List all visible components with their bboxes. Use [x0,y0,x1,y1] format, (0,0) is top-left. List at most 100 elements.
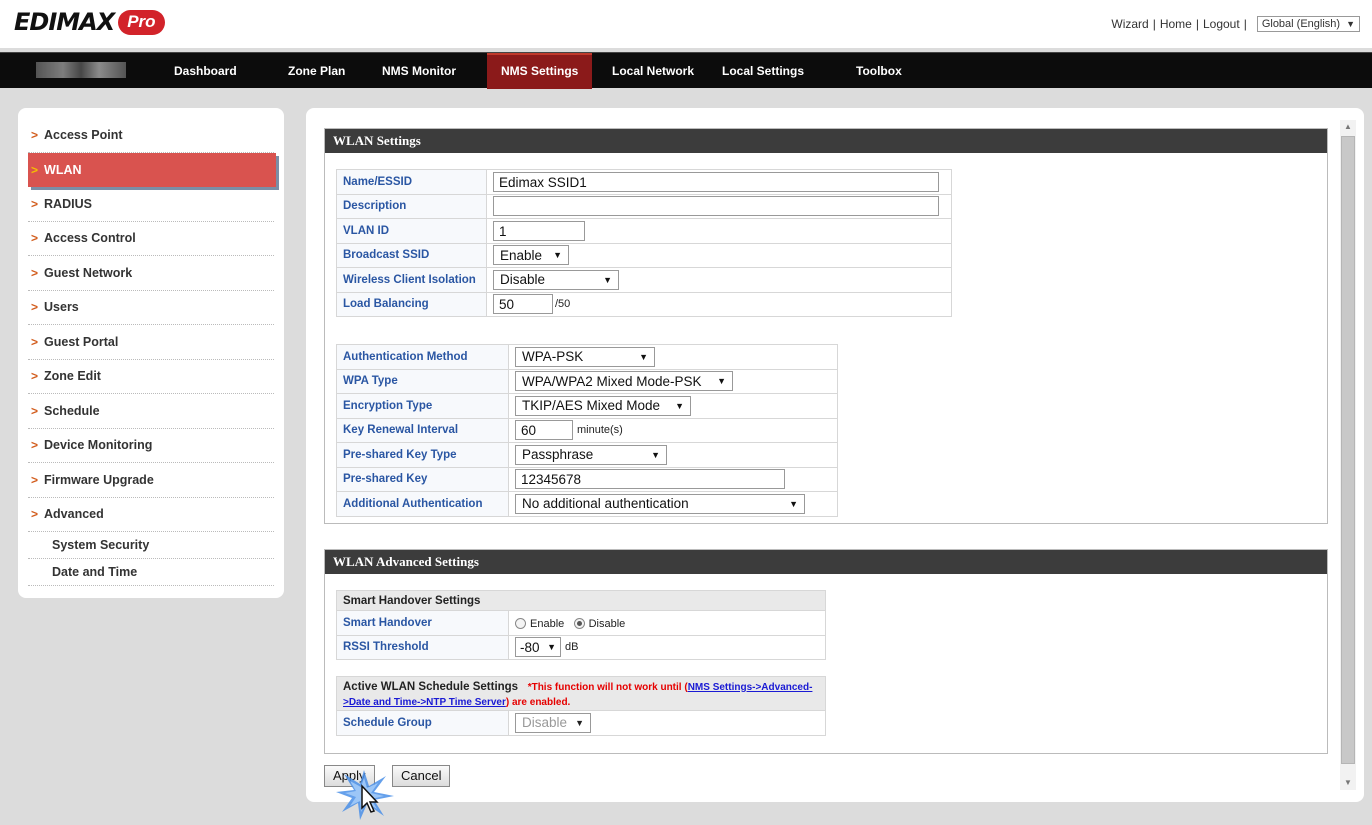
description-label: Description [336,193,487,219]
table-row: Smart Handover Settings [336,590,826,611]
sidebar-item-users[interactable]: > Users [28,291,274,325]
sidebar-item-label: Schedule [44,403,100,418]
table-row: Active WLAN Schedule Settings *This func… [336,676,826,711]
scroll-down-arrow-icon[interactable]: ▼ [1340,776,1356,790]
table-row: Schedule Group Disable ▼ [336,710,826,736]
sidebar-item-access-point[interactable]: > Access Point [28,118,274,153]
language-select[interactable]: Global (English) ▼ [1256,16,1360,32]
sidebar-item-zone-edit[interactable]: > Zone Edit [28,360,274,394]
chevron-down-icon: ▼ [789,498,798,509]
select-value: Passphrase [522,447,594,463]
smart-handover-enable-radio[interactable] [515,618,526,630]
wizard-link[interactable]: Wizard [1111,17,1148,31]
blurred-logo-area [36,62,126,78]
chevron-right-icon: > [31,231,39,246]
sidebar-item-firmware-upgrade[interactable]: > Firmware Upgrade [28,463,274,498]
psk-label: Pre-shared Key [336,466,509,492]
chevron-right-icon: > [31,300,39,315]
psk-type-label: Pre-shared Key Type [336,442,509,468]
load-balancing-suffix: /50 [555,298,571,311]
table-row: Broadcast SSID Enable ▼ [336,242,952,268]
nav-nms-monitor[interactable]: NMS Monitor [368,53,470,89]
encryption-type-label: Encryption Type [336,393,509,419]
key-renewal-unit: minute(s) [577,424,623,437]
sidebar-item-label: Guest Network [44,265,133,280]
chevron-down-icon: ▼ [675,400,684,411]
vlan-id-input[interactable]: 1 [493,220,585,241]
chevron-down-icon: ▼ [603,274,612,285]
load-balancing-input[interactable]: 50 [493,294,553,315]
description-input[interactable] [493,196,939,217]
chevron-right-icon: > [31,162,39,177]
nav-zone-plan[interactable]: Zone Plan [274,53,359,89]
sidebar-item-label: Users [44,300,79,315]
cancel-button[interactable]: Cancel [392,765,451,787]
sidebar-item-guest-portal[interactable]: > Guest Portal [28,325,274,360]
sidebar-item-schedule[interactable]: > Schedule [28,394,274,429]
sidebar-item-label: Firmware Upgrade [44,472,154,487]
name-essid-input[interactable]: Edimax SSID1 [493,171,939,192]
sidebar-item-label: Device Monitoring [44,438,153,453]
top-header: EDIMAX Pro Wizard | Home | Logout | Global … [0,0,1372,48]
scroll-up-arrow-icon[interactable]: ▲ [1340,120,1356,134]
select-value: Disable [500,272,546,288]
table-row: WPA Type WPA/WPA2 Mixed Mode-PSK ▼ [336,368,838,394]
logout-link[interactable]: Logout [1203,17,1240,31]
auth-method-select[interactable]: WPA-PSK ▼ [515,346,655,367]
scrollbar-thumb[interactable] [1341,136,1355,764]
sidebar-item-label: RADIUS [44,196,92,211]
sidebar-subitem-date-and-time[interactable]: Date and Time [28,559,274,586]
sidebar-item-radius[interactable]: > RADIUS [28,187,274,222]
sidebar-item-access-control[interactable]: > Access Control [28,222,274,256]
chevron-down-icon: ▼ [651,449,660,460]
wpa-type-label: WPA Type [336,368,509,394]
vlan-id-label: VLAN ID [336,218,487,244]
wpa-type-select[interactable]: WPA/WPA2 Mixed Mode-PSK ▼ [515,371,733,392]
panel-title: WLAN Advanced Settings [325,550,1327,574]
additional-auth-label: Additional Authentication [336,491,509,517]
nav-local-settings[interactable]: Local Settings [708,53,818,89]
top-links: Wizard | Home | Logout | Global (English) ▼ [1111,16,1360,32]
panel-title: WLAN Settings [325,129,1327,153]
broadcast-ssid-select[interactable]: Enable ▼ [493,245,569,266]
nav-local-network[interactable]: Local Network [598,53,708,89]
sidebar-item-label: Access Point [44,127,123,142]
psk-type-select[interactable]: Passphrase ▼ [515,444,667,465]
schedule-group-label: Schedule Group [336,710,509,736]
encryption-type-select[interactable]: TKIP/AES Mixed Mode ▼ [515,395,691,416]
warning-text: *This function will not work until ( [527,681,688,693]
nav-toolbox[interactable]: Toolbox [842,53,916,89]
table-row: RSSI Threshold -80 ▼ dB [336,634,826,660]
select-value: TKIP/AES Mixed Mode [522,398,661,414]
key-renewal-input[interactable]: 60 [515,420,573,441]
additional-auth-select[interactable]: No additional authentication ▼ [515,493,805,514]
rssi-threshold-select[interactable]: -80 ▼ [515,637,561,658]
smart-handover-disable-radio[interactable] [573,618,585,630]
select-value: WPA/WPA2 Mixed Mode-PSK [522,373,702,389]
smart-handover-table: Smart Handover Settings Smart Handover E… [336,590,826,660]
smart-handover-label: Smart Handover [336,610,509,636]
language-value: Global (English) [1261,18,1341,30]
chevron-right-icon: > [31,472,39,487]
chevron-down-icon: ▼ [553,250,562,261]
home-link[interactable]: Home [1160,17,1192,31]
sidebar-item-wlan[interactable]: > WLAN [28,152,276,187]
sidebar-item-device-monitoring[interactable]: > Device Monitoring [28,429,274,463]
nav-nms-settings[interactable]: NMS Settings [487,53,593,89]
sidebar-item-advanced[interactable]: > Advanced [28,498,274,532]
logo-text: EDIMAX [14,8,115,36]
client-isolation-select[interactable]: Disable ▼ [493,269,619,290]
schedule-group-select[interactable]: Disable ▼ [515,712,591,733]
table-row: Name/ESSID Edimax SSID1 [336,169,952,195]
chevron-right-icon: > [31,127,39,142]
vertical-scrollbar[interactable]: ▲ ▼ [1340,120,1356,790]
chevron-right-icon: > [31,196,39,211]
sidebar-subitem-system-security[interactable]: System Security [28,532,274,559]
psk-input[interactable]: 12345678 [515,469,785,490]
select-value: WPA-PSK [522,349,584,365]
main-content: WLAN Settings Name/ESSID Edimax SSID1 De… [306,108,1364,802]
table-row: Wireless Client Isolation Disable ▼ [336,267,952,293]
chevron-down-icon: ▼ [639,351,648,362]
sidebar-item-guest-network[interactable]: > Guest Network [28,256,274,291]
nav-dashboard[interactable]: Dashboard [160,53,251,89]
